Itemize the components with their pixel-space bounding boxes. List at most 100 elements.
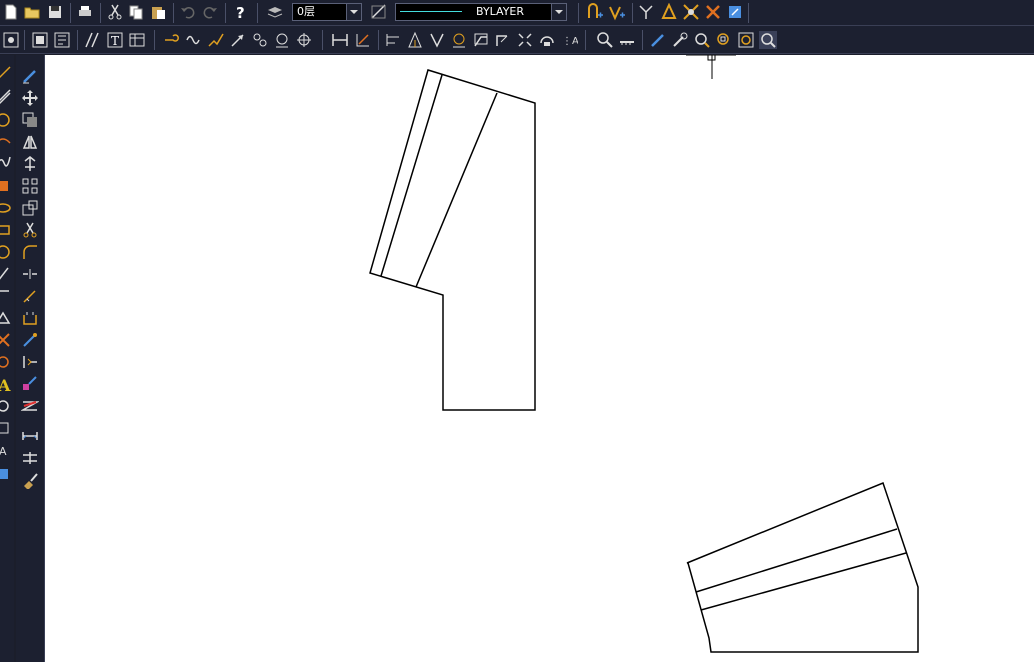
dimension-break-icon[interactable]	[21, 449, 39, 467]
polygon-icon[interactable]	[0, 243, 12, 261]
grid-icon[interactable]	[2, 31, 20, 49]
match-properties-icon[interactable]	[638, 3, 656, 21]
spline-icon[interactable]	[207, 31, 225, 49]
redo-icon[interactable]	[201, 3, 219, 21]
linetype-dropdown[interactable]: BYLAYER	[395, 3, 567, 21]
ray-icon[interactable]	[0, 265, 12, 283]
arrow-icon[interactable]	[229, 31, 247, 49]
text-icon[interactable]: A	[0, 375, 14, 393]
text-style-icon[interactable]	[31, 31, 49, 49]
distance-icon[interactable]	[618, 31, 636, 49]
join-icon[interactable]	[21, 375, 39, 393]
dimension-edit-icon[interactable]: ⋮A	[560, 31, 578, 49]
mirror-icon[interactable]	[21, 133, 39, 151]
chevron-down-icon[interactable]	[346, 4, 361, 20]
sleeve-outline-lower[interactable]	[686, 482, 919, 653]
layer-manager-icon[interactable]	[266, 3, 284, 21]
circle-icon[interactable]	[0, 111, 12, 129]
cloud-icon[interactable]	[251, 31, 269, 49]
zoom-previous-icon[interactable]	[671, 31, 689, 49]
standard-toolbar: ? 0层 BYLAYER	[0, 0, 1034, 26]
dimension-ordinate-icon[interactable]	[384, 31, 402, 49]
copy-object-icon[interactable]	[21, 111, 39, 129]
dimension-radius-icon[interactable]	[406, 31, 424, 49]
print-icon[interactable]	[76, 3, 94, 21]
polyline-icon[interactable]	[163, 31, 181, 49]
block-icon[interactable]	[0, 397, 12, 415]
ellipse-icon[interactable]	[0, 199, 12, 217]
undo-icon[interactable]	[179, 3, 197, 21]
measure-icon[interactable]	[84, 31, 102, 49]
linetype-value: BYLAYER	[476, 5, 525, 18]
new-file-icon[interactable]	[2, 3, 20, 21]
move-icon[interactable]	[21, 89, 39, 107]
trim-icon[interactable]	[21, 221, 39, 239]
dimension-diameter-icon[interactable]	[450, 31, 468, 49]
spline-icon[interactable]	[0, 153, 12, 171]
help-icon[interactable]: ?	[231, 3, 249, 21]
wipeout-icon[interactable]	[273, 31, 291, 49]
fillet-icon[interactable]	[21, 243, 39, 261]
chamfer-icon[interactable]	[21, 397, 39, 415]
paste-icon[interactable]	[149, 3, 167, 21]
pan-icon[interactable]	[704, 3, 722, 21]
revcloud-icon[interactable]	[0, 353, 12, 371]
linetype-icon[interactable]	[370, 3, 388, 21]
linetype-preview	[400, 11, 462, 12]
snap-icon[interactable]	[586, 3, 604, 21]
save-icon[interactable]	[46, 3, 64, 21]
array-icon[interactable]	[21, 177, 39, 195]
leader-icon[interactable]	[472, 31, 490, 49]
drawing-canvas[interactable]	[45, 55, 1034, 662]
dimension-continue-icon[interactable]	[538, 31, 556, 49]
properties-icon[interactable]	[660, 3, 678, 21]
gradient-icon[interactable]	[0, 331, 12, 349]
open-folder-icon[interactable]	[23, 3, 41, 21]
xline-icon[interactable]	[0, 88, 12, 106]
curve-icon[interactable]	[185, 31, 203, 49]
dimension-angular-icon[interactable]	[428, 31, 446, 49]
break-icon[interactable]	[21, 265, 39, 283]
zoom-window-icon[interactable]	[715, 31, 733, 49]
insert-block-icon[interactable]	[726, 3, 744, 21]
line-icon[interactable]	[0, 65, 12, 83]
zoom-all-icon[interactable]	[759, 31, 777, 49]
object-snap-icon[interactable]	[608, 3, 626, 21]
block-icon[interactable]	[53, 31, 71, 49]
text-icon[interactable]: T	[106, 31, 124, 49]
boundary-icon[interactable]	[0, 309, 12, 327]
dimension-linear-icon[interactable]	[331, 31, 349, 49]
table-icon[interactable]	[128, 31, 146, 49]
rectangle-icon[interactable]	[0, 221, 12, 239]
explode-icon[interactable]	[21, 331, 39, 349]
zoom-window-icon[interactable]	[682, 3, 700, 21]
pencil-icon[interactable]	[649, 31, 667, 49]
layer-dropdown[interactable]: 0层	[292, 3, 362, 21]
dimension-baseline-icon[interactable]	[516, 31, 534, 49]
chevron-down-icon[interactable]	[551, 4, 566, 20]
dimension-aligned-icon[interactable]	[354, 31, 372, 49]
rotate-icon[interactable]	[21, 155, 39, 173]
stretch-icon[interactable]	[21, 353, 39, 371]
table-icon[interactable]	[0, 465, 12, 483]
svg-text:T: T	[111, 34, 119, 48]
center-mark-icon[interactable]	[295, 31, 313, 49]
offset-icon[interactable]	[21, 309, 39, 327]
arc-icon[interactable]	[0, 131, 12, 149]
insert-icon[interactable]	[0, 419, 12, 437]
hatch-icon[interactable]	[0, 177, 12, 195]
attribute-icon[interactable]: A	[0, 441, 12, 459]
copy-icon[interactable]	[127, 3, 145, 21]
erase-icon[interactable]	[21, 67, 39, 85]
tolerance-icon[interactable]	[494, 31, 512, 49]
zoom-in-icon[interactable]	[693, 31, 711, 49]
brush-icon[interactable]	[21, 471, 39, 489]
cut-icon[interactable]	[106, 3, 124, 21]
zoom-realtime-icon[interactable]	[596, 31, 614, 49]
lengthen-icon[interactable]	[21, 427, 39, 445]
zoom-extents-icon[interactable]	[737, 31, 755, 49]
sleeve-outline-upper[interactable]	[369, 69, 536, 411]
scale-icon[interactable]	[21, 199, 39, 217]
extend-icon[interactable]	[21, 287, 39, 305]
region-icon[interactable]	[0, 287, 12, 305]
